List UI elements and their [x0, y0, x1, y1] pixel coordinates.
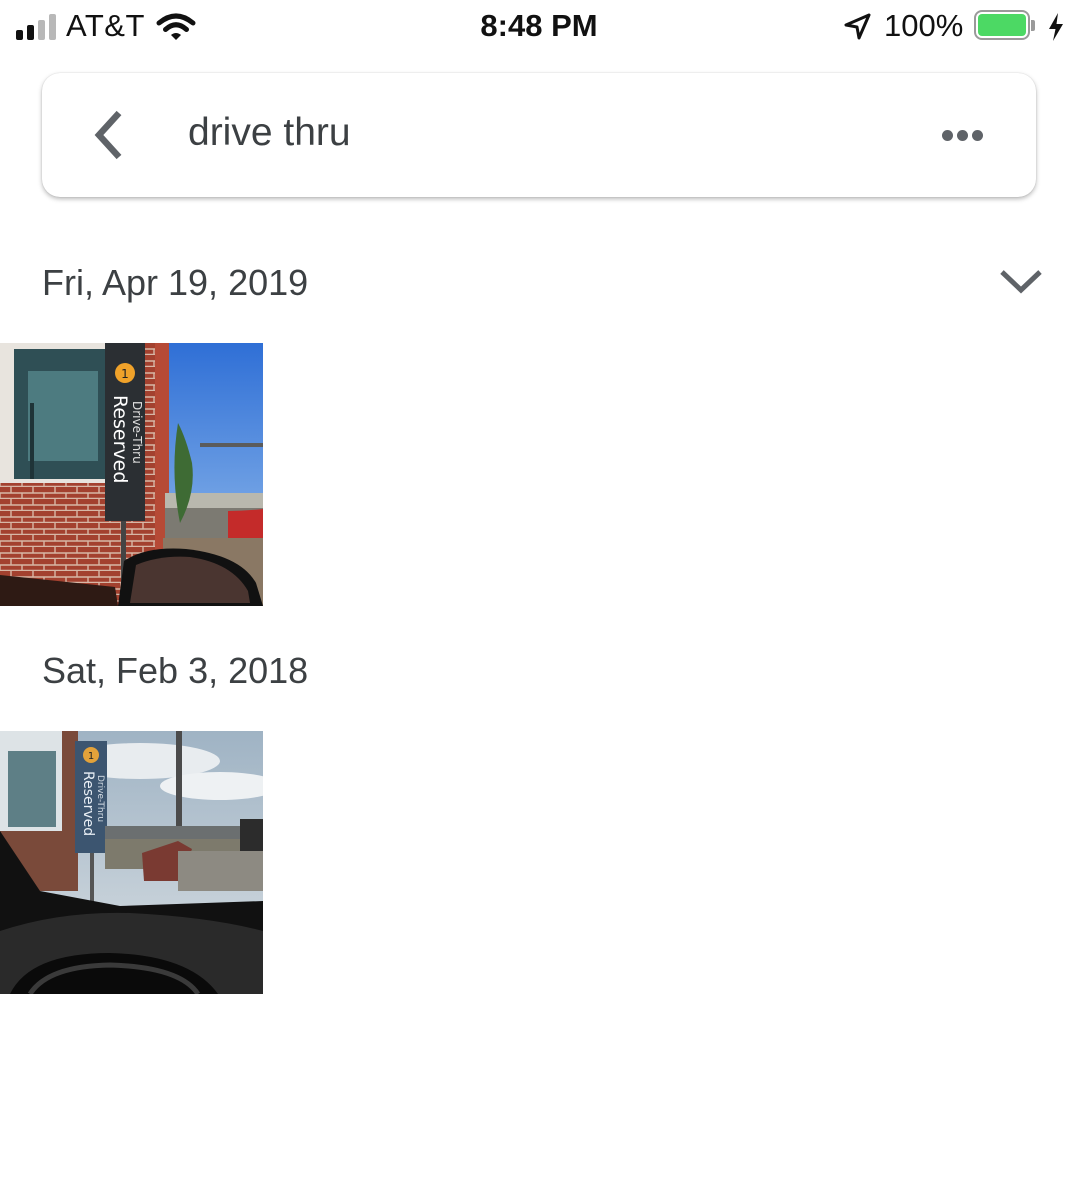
- photo-drive-thru-sign: 1 Reserved Drive-Thru: [0, 343, 263, 606]
- photo-sign-text: Reserved: [80, 771, 96, 836]
- charging-bolt-icon: [1049, 13, 1063, 41]
- search-query-text[interactable]: drive thru: [188, 111, 351, 155]
- photo-sign-number: 1: [121, 367, 129, 381]
- photo-sign-subtext: Drive-Thru: [130, 401, 144, 464]
- photo-sign-subtext: Drive-Thru: [95, 775, 105, 822]
- photo-thumbnail[interactable]: 1 Reserved Drive-Thru: [0, 731, 263, 994]
- search-bar: drive thru: [42, 73, 1036, 197]
- photo-sign-number: 1: [88, 751, 94, 762]
- battery-percent: 100%: [884, 8, 964, 43]
- status-bar: AT&T 8:48 PM 100%: [0, 0, 1078, 56]
- chevron-down-icon[interactable]: [996, 262, 1046, 302]
- battery-icon: [974, 10, 1036, 42]
- photo-sign-text: Reserved: [109, 395, 131, 483]
- back-arrow-icon[interactable]: [86, 103, 146, 167]
- date-header: Sat, Feb 3, 2018: [42, 650, 309, 691]
- photo-drive-thru-sign: 1 Reserved Drive-Thru: [0, 731, 263, 994]
- date-header: Fri, Apr 19, 2019: [42, 262, 309, 303]
- more-options-icon[interactable]: [930, 115, 996, 155]
- location-arrow-icon: [844, 13, 871, 40]
- photo-thumbnail[interactable]: 1 Reserved Drive-Thru: [0, 343, 263, 606]
